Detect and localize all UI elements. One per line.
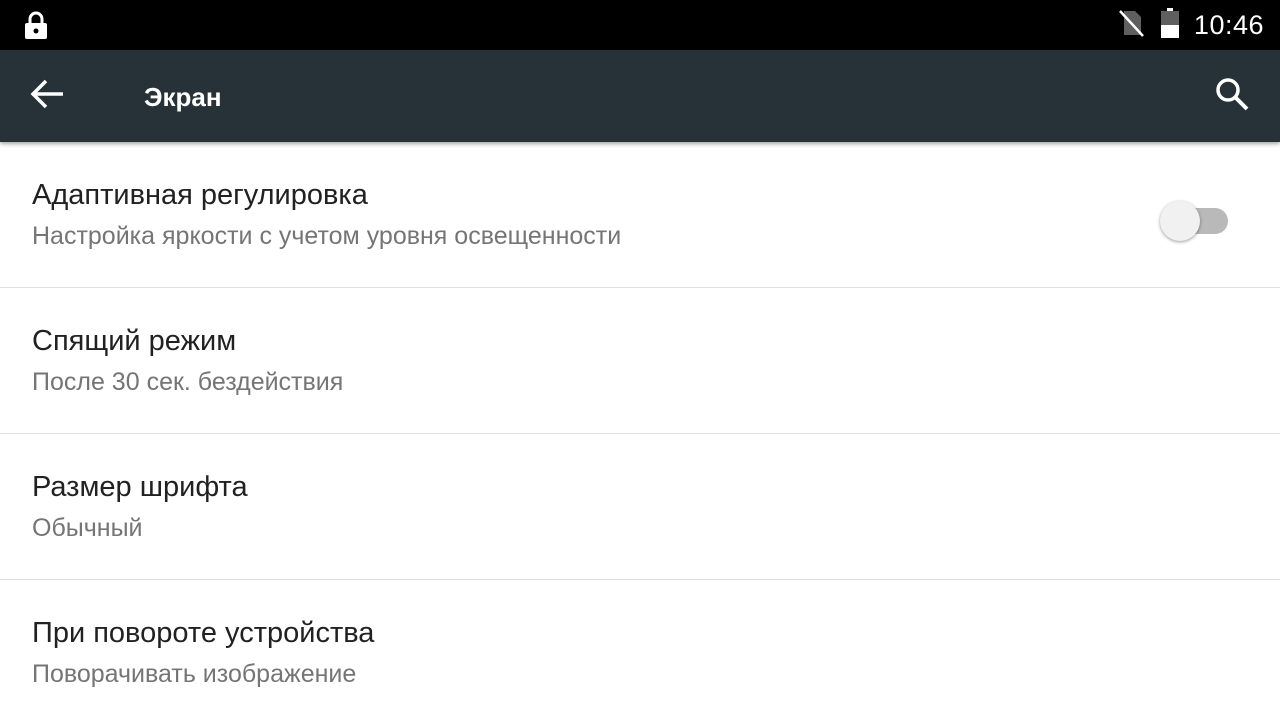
search-icon [1214, 76, 1250, 117]
toggle-thumb [1160, 201, 1200, 241]
page-title: Экран [144, 82, 222, 112]
setting-title: Спящий режим [32, 325, 237, 357]
setting-title: Размер шрифта [32, 471, 248, 503]
toolbar: Экран [0, 50, 1280, 142]
setting-font-size[interactable]: Размер шрифта Обычный [0, 434, 1280, 580]
back-button[interactable] [24, 72, 72, 120]
search-button[interactable] [1208, 72, 1256, 120]
adaptive-brightness-toggle[interactable] [1160, 197, 1230, 241]
no-sim-icon [1116, 8, 1146, 43]
setting-title: Адаптивная регулировка [32, 179, 368, 211]
lock-icon [22, 10, 50, 40]
setting-summary: Настройка яркости с учетом уровня освеще… [32, 222, 622, 250]
status-icons: 10:46 [1116, 0, 1264, 50]
setting-summary: Поворачивать изображение [32, 660, 357, 688]
status-bar: 10:46 [0, 0, 1280, 50]
settings-list: Адаптивная регулировка Настройка яркости… [0, 142, 1280, 720]
status-time: 10:46 [1193, 9, 1264, 40]
setting-summary: После 30 сек. бездействия [32, 368, 344, 396]
setting-adaptive-brightness[interactable]: Адаптивная регулировка Настройка яркости… [0, 142, 1280, 288]
setting-title: При повороте устройства [32, 617, 375, 649]
battery-icon [1160, 7, 1180, 44]
setting-summary: Обычный [32, 514, 143, 542]
setting-sleep[interactable]: Спящий режим После 30 сек. бездействия [0, 288, 1280, 434]
setting-rotation[interactable]: При повороте устройства Поворачивать изо… [0, 580, 1280, 720]
arrow-back-icon [30, 76, 66, 117]
